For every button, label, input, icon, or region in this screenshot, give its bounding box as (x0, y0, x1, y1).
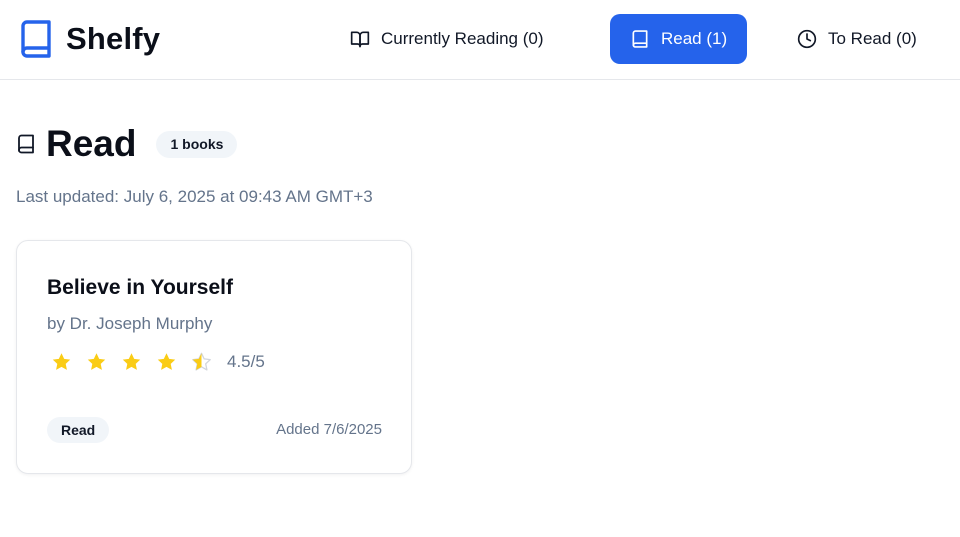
book-icon (632, 30, 648, 48)
rating-value: 4.5/5 (227, 352, 265, 371)
added-date: Added 7/6/2025 (276, 421, 382, 438)
star-icon (157, 353, 176, 370)
star-half-icon (192, 352, 211, 371)
star-icon (52, 353, 71, 370)
nav-to-read-label: To Read (0) (828, 29, 917, 48)
nav-to-read[interactable]: To Read (0) (787, 14, 937, 64)
brand-name: Shelfy (66, 21, 161, 56)
status-badge: Read (47, 417, 110, 443)
book-icon (18, 134, 34, 154)
brand[interactable]: Shelfy (20, 20, 160, 58)
nav-currently-reading-label: Currently Reading (0) (381, 29, 544, 48)
book-card[interactable]: Believe in Yourself by Dr. Joseph Murphy… (16, 240, 412, 474)
book-author: by Dr. Joseph Murphy (47, 314, 213, 333)
page-heading: Read 1 books (17, 122, 238, 166)
nav-read-label: Read (1) (661, 29, 728, 48)
star-icon (122, 353, 141, 370)
book-title: Believe in Yourself (47, 276, 233, 299)
page-title: Read (46, 123, 137, 164)
nav-currently-reading[interactable]: Currently Reading (0) (340, 14, 570, 64)
last-updated-text: Last updated: July 6, 2025 at 09:43 AM G… (16, 187, 373, 206)
star-icon (87, 353, 106, 370)
book-icon (21, 20, 51, 58)
nav-read[interactable]: Read (1) (610, 14, 747, 64)
book-open-icon (350, 31, 370, 48)
star-rating: 4.5/5 (50, 350, 265, 374)
top-navigation-bar: Shelfy Currently Reading (0) Read (1) To… (0, 0, 960, 80)
clock-icon (797, 29, 817, 49)
book-count-badge: 1 books (156, 130, 238, 158)
